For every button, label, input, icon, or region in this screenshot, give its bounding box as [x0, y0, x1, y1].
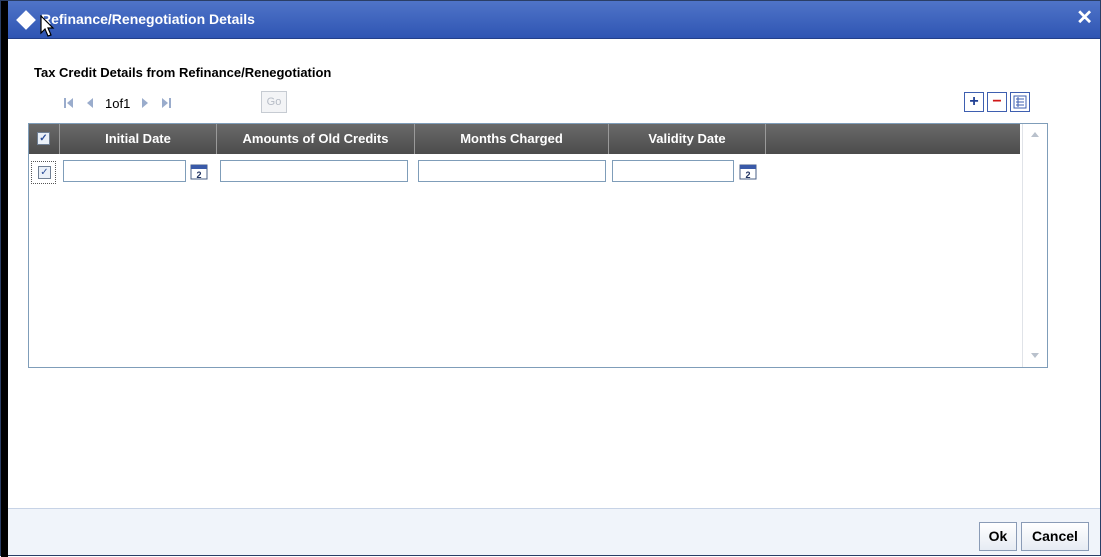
amounts-of-old-credits-input[interactable]: [220, 160, 408, 182]
col-months-charged[interactable]: Months Charged: [415, 124, 609, 154]
grid-header: ✓ Initial Date Amounts of Old Credits Mo…: [29, 124, 1020, 154]
go-button[interactable]: Go: [261, 91, 287, 113]
mouse-cursor-icon: [40, 15, 55, 37]
section-title: Tax Credit Details from Refinance/Renego…: [34, 65, 332, 80]
col-initial-date[interactable]: Initial Date: [60, 124, 217, 154]
close-icon[interactable]: ✕: [1076, 8, 1093, 28]
calendar-icon[interactable]: 2: [190, 162, 208, 180]
months-charged-input[interactable]: [418, 160, 606, 182]
dialog-title: Refinance/Renegotiation Details: [41, 11, 255, 27]
dialog-window: Refinance/Renegotiation Details ✕ Tax Cr…: [0, 0, 1101, 557]
next-page-icon[interactable]: [139, 97, 151, 109]
dialog-footer: Ok Cancel: [8, 508, 1100, 555]
page-indicator: 1of1: [105, 95, 131, 111]
cancel-button[interactable]: Cancel: [1021, 522, 1089, 551]
tax-credit-grid: ✓ Initial Date Amounts of Old Credits Mo…: [28, 123, 1048, 368]
first-page-icon[interactable]: [63, 97, 75, 109]
col-validity-date[interactable]: Validity Date: [609, 124, 766, 154]
select-all-cell: ✓: [29, 124, 60, 154]
grid-toolbar: + −: [964, 92, 1030, 112]
remove-row-button[interactable]: −: [987, 92, 1007, 112]
initial-date-input[interactable]: [63, 160, 186, 182]
previous-page-icon[interactable]: [84, 97, 96, 109]
calendar-icon[interactable]: 2: [739, 162, 757, 180]
svg-text:2: 2: [196, 170, 201, 180]
pagination: 1of1: [63, 93, 172, 113]
row-checkbox[interactable]: ✓: [38, 166, 51, 179]
vertical-scrollbar[interactable]: [1022, 124, 1047, 367]
scroll-up-icon[interactable]: [1030, 130, 1040, 138]
list-view-button[interactable]: [1010, 92, 1030, 112]
ok-button[interactable]: Ok: [979, 522, 1017, 551]
app-diamond-icon: [16, 10, 36, 30]
window-left-edge: [1, 1, 8, 557]
select-all-checkbox[interactable]: ✓: [37, 132, 50, 145]
last-page-icon[interactable]: [160, 97, 172, 109]
svg-text:2: 2: [745, 170, 750, 180]
add-row-button[interactable]: +: [964, 92, 984, 112]
title-bar[interactable]: Refinance/Renegotiation Details ✕: [8, 1, 1100, 39]
validity-date-input[interactable]: [612, 160, 734, 182]
col-amounts-of-old-credits[interactable]: Amounts of Old Credits: [217, 124, 415, 154]
list-view-icon: [1013, 95, 1027, 109]
scroll-down-icon[interactable]: [1030, 352, 1040, 360]
